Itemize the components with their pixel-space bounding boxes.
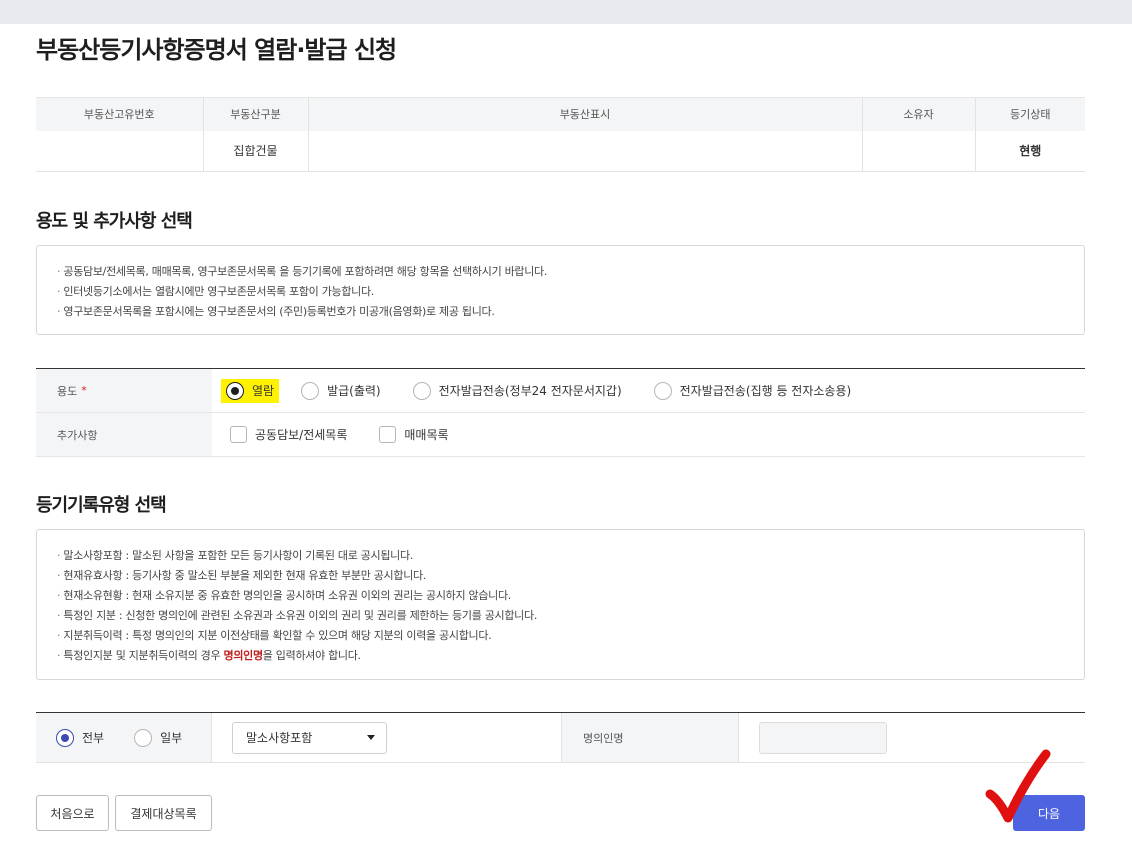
record-type-select[interactable]: 말소사항포함 bbox=[232, 721, 387, 754]
radio-scope-partial[interactable]: 일부 bbox=[134, 726, 182, 750]
checkbox-joint-collateral[interactable]: 공동담보/전세목록 bbox=[230, 426, 347, 443]
radio-label: 발급(출력) bbox=[327, 384, 381, 398]
notice-text: 특정인지분 및 지분취득이력의 경우 bbox=[63, 649, 224, 662]
radio-scope-all[interactable]: 전부 bbox=[56, 726, 104, 750]
purpose-form: 용도 * 열람 발급(출력) 전자발급전송(정부24 전자문서지갑) 전자발급전… bbox=[36, 368, 1085, 457]
checkbox-label: 매매목록 bbox=[404, 428, 449, 442]
record-type-select-cell: 말소사항포함 bbox=[211, 713, 561, 762]
record-section-title: 등기기록유형 선택 bbox=[36, 495, 167, 516]
record-notice-box: 말소사항포함 : 말소된 사항을 포함한 모든 등기사항이 기록된 대로 공시됩… bbox=[36, 529, 1085, 680]
radio-unchecked-icon[interactable] bbox=[412, 381, 431, 400]
col-header-owner: 소유자 bbox=[861, 97, 975, 131]
notice-item: 공동담보/전세목록, 매매목록, 영구보존문서목록 을 등기기록에 포함하려면 … bbox=[57, 262, 1064, 282]
radio-unchecked-icon[interactable] bbox=[134, 728, 153, 747]
notice-item: 현재소유현황 : 현재 소유지분 중 유효한 명의인을 공시하며 소유권 이외의… bbox=[57, 586, 1064, 606]
notice-item: 말소사항포함 : 말소된 사항을 포함한 모든 등기사항이 기록된 대로 공시됩… bbox=[57, 546, 1064, 566]
notice-text: 을 입력하셔야 합니다. bbox=[262, 649, 361, 662]
purpose-notice-box: 공동담보/전세목록, 매매목록, 영구보존문서목록 을 등기기록에 포함하려면 … bbox=[36, 245, 1085, 335]
property-table: 부동산고유번호 부동산구분 부동산표시 소유자 등기상태 집합건물 현행 bbox=[36, 97, 1085, 172]
cell-property-address bbox=[307, 130, 862, 172]
purpose-section-title: 용도 및 추가사항 선택 bbox=[36, 211, 193, 232]
col-header-registry-status: 등기상태 bbox=[974, 97, 1085, 131]
extras-row: 추가사항 공동담보/전세목록 매매목록 bbox=[36, 413, 1085, 457]
scope-options: 전부 일부 bbox=[36, 713, 211, 762]
notice-emphasis: 명의인명 bbox=[223, 649, 264, 662]
property-table-header-row: 부동산고유번호 부동산구분 부동산표시 소유자 등기상태 bbox=[36, 97, 1085, 131]
extras-label: 추가사항 bbox=[36, 413, 212, 456]
owner-name-label: 명의인명 bbox=[561, 713, 738, 762]
caret-down-icon bbox=[367, 735, 375, 740]
radio-purpose-e-issue-gov24[interactable]: 전자발급전송(정부24 전자문서지갑) bbox=[412, 379, 622, 403]
radio-label: 열람 bbox=[252, 384, 275, 398]
red-checkmark-annotation-icon bbox=[985, 749, 1051, 823]
notice-item: 인터넷등기소에서는 열람시에만 영구보존문서목록 포함이 가능합니다. bbox=[57, 282, 1064, 302]
purpose-label-text: 용도 bbox=[57, 384, 78, 398]
col-header-property-address: 부동산표시 bbox=[307, 97, 862, 131]
checkbox-icon[interactable] bbox=[230, 426, 247, 443]
radio-checked-icon[interactable] bbox=[226, 381, 244, 400]
notice-item: 영구보존문서목록을 포함시에는 영구보존문서의 (주민)등록번호가 미공개(음영… bbox=[57, 302, 1064, 322]
notice-item: 특정인지분 및 지분취득이력의 경우 명의인명을 입력하셔야 합니다. bbox=[57, 646, 1064, 666]
checkbox-label: 공동담보/전세목록 bbox=[255, 428, 348, 442]
cell-owner bbox=[861, 130, 975, 172]
notice-item: 현재유효사항 : 등기사항 중 말소된 부분을 제외한 현재 유효한 부분만 공… bbox=[57, 566, 1064, 586]
radio-label: 일부 bbox=[160, 731, 183, 745]
cell-registry-status: 현행 bbox=[974, 130, 1085, 172]
checkbox-icon[interactable] bbox=[379, 426, 397, 443]
purpose-label: 용도 * bbox=[36, 369, 212, 412]
radio-purpose-issue-print[interactable]: 발급(출력) bbox=[301, 379, 381, 403]
purpose-row: 용도 * 열람 발급(출력) 전자발급전송(정부24 전자문서지갑) 전자발급전… bbox=[36, 369, 1085, 413]
radio-purpose-e-issue-court[interactable]: 전자발급전송(집행 등 전자소송용) bbox=[653, 379, 852, 403]
radio-unchecked-icon[interactable] bbox=[653, 381, 672, 400]
first-page-button[interactable]: 처음으로 bbox=[36, 795, 109, 831]
radio-label: 전부 bbox=[82, 731, 105, 745]
cell-property-type: 집합건물 bbox=[202, 130, 308, 172]
browser-top-bar bbox=[0, 0, 1132, 24]
notice-item: 지분취득이력 : 특정 명의인의 지분 이전상태를 확인할 수 있으며 해당 지… bbox=[57, 626, 1064, 646]
col-header-property-id: 부동산고유번호 bbox=[36, 97, 203, 131]
radio-unchecked-icon[interactable] bbox=[301, 381, 320, 400]
cell-property-id bbox=[36, 130, 203, 172]
col-header-property-type: 부동산구분 bbox=[202, 97, 308, 131]
required-mark: * bbox=[81, 384, 87, 397]
radio-label: 전자발급전송(정부24 전자문서지갑) bbox=[438, 384, 622, 398]
radio-purpose-view[interactable]: 열람 bbox=[221, 378, 280, 403]
notice-item: 특정인 지분 : 신청한 명의인에 관련된 소유권과 소유권 이외의 권리 및 … bbox=[57, 606, 1064, 626]
radio-label: 전자발급전송(집행 등 전자소송용) bbox=[679, 384, 852, 398]
checkbox-sales-list[interactable]: 매매목록 bbox=[379, 426, 449, 443]
owner-name-input[interactable] bbox=[759, 721, 887, 754]
page-title: 부동산등기사항증명서 열람·발급 신청 bbox=[36, 36, 397, 64]
table-row: 집합건물 현행 bbox=[36, 130, 1085, 172]
purpose-options: 열람 발급(출력) 전자발급전송(정부24 전자문서지갑) 전자발급전송(집행 … bbox=[212, 369, 883, 412]
radio-checked-icon[interactable] bbox=[56, 728, 74, 747]
payment-list-button[interactable]: 결제대상목록 bbox=[115, 795, 212, 831]
select-value: 말소사항포함 bbox=[246, 731, 313, 745]
record-type-row: 전부 일부 말소사항포함 명의인명 bbox=[36, 712, 1085, 763]
extras-options: 공동담보/전세목록 매매목록 bbox=[212, 413, 481, 456]
